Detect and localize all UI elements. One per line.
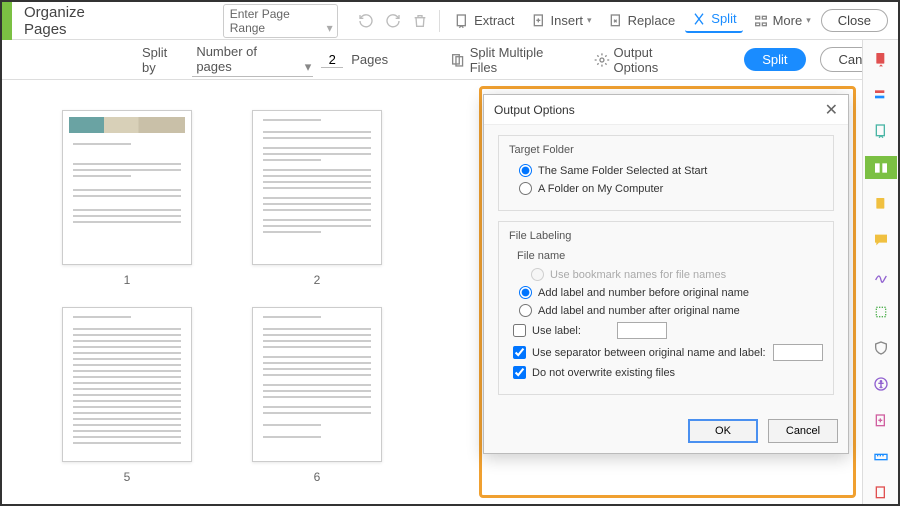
target-folder-label: Target Folder [509, 144, 823, 156]
accessibility-icon[interactable] [865, 373, 897, 395]
create-pdf-icon[interactable] [865, 84, 897, 106]
fill-sign-icon[interactable] [865, 193, 897, 215]
more-button[interactable]: More▾ [747, 11, 817, 31]
rotate-left-icon[interactable] [355, 8, 378, 34]
close-button[interactable]: Close [821, 9, 888, 32]
page-range-dropdown[interactable]: Enter Page Range [223, 4, 338, 38]
my-computer-radio[interactable] [519, 182, 532, 195]
after-name-radio[interactable] [519, 304, 532, 317]
comment-icon[interactable] [865, 229, 897, 251]
page-thumbnail-5[interactable] [62, 307, 192, 462]
page-number: 1 [124, 273, 131, 287]
use-separator-checkbox[interactable] [513, 346, 526, 359]
dialog-cancel-button[interactable]: Cancel [768, 419, 838, 443]
use-label-checkbox[interactable] [513, 324, 526, 337]
split-by-label: Split by [142, 45, 184, 75]
bookmark-names-label: Use bookmark names for file names [550, 269, 726, 281]
output-options-dialog: Output Options ✕ Target Folder The Same … [483, 94, 849, 454]
split-button[interactable]: Split [685, 9, 742, 33]
same-folder-radio[interactable] [519, 164, 532, 177]
replace-button[interactable]: Replace [602, 11, 682, 31]
no-overwrite-checkbox[interactable] [513, 366, 526, 379]
page-count-input[interactable] [321, 52, 343, 68]
rotate-right-icon[interactable] [381, 8, 404, 34]
output-options-button[interactable]: Output Options [588, 43, 707, 77]
stamp-icon[interactable] [865, 301, 897, 323]
split-action-button[interactable]: Split [744, 48, 805, 71]
split-method-dropdown[interactable]: Number of pages [192, 42, 313, 77]
page-number: 6 [314, 470, 321, 484]
pages-label: Pages [351, 52, 388, 67]
export-pdf-icon[interactable] [865, 48, 897, 70]
use-label-label[interactable]: Use label: [532, 325, 581, 337]
ok-button[interactable]: OK [688, 419, 758, 443]
measure-icon[interactable] [865, 446, 897, 468]
no-overwrite-label[interactable]: Do not overwrite existing files [532, 367, 675, 379]
sign-icon[interactable] [865, 265, 897, 287]
trash-icon[interactable] [408, 8, 431, 34]
split-multiple-button[interactable]: Split Multiple Files [444, 43, 580, 77]
before-name-label[interactable]: Add label and number before original nam… [538, 287, 749, 299]
edit-pdf-icon[interactable] [865, 120, 897, 142]
top-toolbar: Organize Pages Enter Page Range Extract … [2, 2, 898, 40]
more-tools-icon[interactable] [865, 482, 897, 504]
page-number: 5 [124, 470, 131, 484]
file-name-label: File name [517, 250, 823, 262]
use-separator-label[interactable]: Use separator between original name and … [532, 347, 766, 359]
after-name-label[interactable]: Add label and number after original name [538, 305, 740, 317]
page-title: Organize Pages [24, 4, 119, 38]
optimize-icon[interactable] [865, 410, 897, 432]
dialog-title: Output Options [494, 103, 575, 117]
split-options-bar: Split by Number of pages Pages Split Mul… [2, 40, 898, 80]
close-icon[interactable]: ✕ [825, 100, 838, 120]
file-labeling-group: File Labeling File name Use bookmark nam… [498, 221, 834, 395]
right-tool-rail [862, 40, 898, 504]
page-number: 2 [314, 273, 321, 287]
organize-pages-icon[interactable] [865, 156, 897, 178]
protect-icon[interactable] [865, 337, 897, 359]
my-computer-label[interactable]: A Folder on My Computer [538, 183, 663, 195]
file-labeling-label: File Labeling [509, 230, 823, 242]
page-thumbnail-1[interactable] [62, 110, 192, 265]
separator-input[interactable] [773, 344, 823, 361]
bookmark-names-radio[interactable] [531, 268, 544, 281]
page-thumbnail-6[interactable] [252, 307, 382, 462]
page-thumbnail-2[interactable] [252, 110, 382, 265]
target-folder-group: Target Folder The Same Folder Selected a… [498, 135, 834, 211]
use-label-input[interactable] [617, 322, 667, 339]
same-folder-label[interactable]: The Same Folder Selected at Start [538, 165, 707, 177]
insert-button[interactable]: Insert▾ [525, 11, 598, 31]
before-name-radio[interactable] [519, 286, 532, 299]
extract-button[interactable]: Extract [448, 11, 520, 31]
